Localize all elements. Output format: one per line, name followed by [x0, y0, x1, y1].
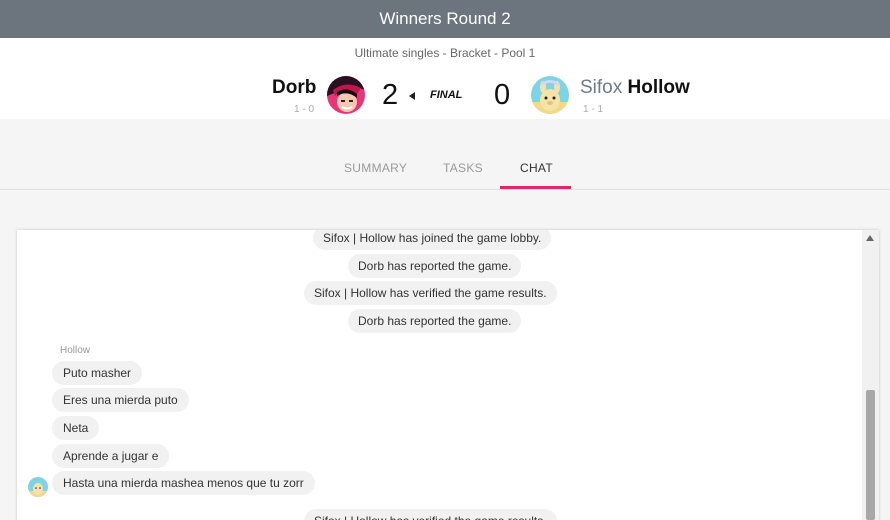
- chat-message: Aprende a jugar e: [52, 444, 170, 468]
- tab-chat[interactable]: CHAT: [520, 161, 553, 175]
- system-message: Dorb has reported the game.: [348, 254, 522, 278]
- match-title: Winners Round 2: [379, 9, 511, 28]
- active-tab-indicator: [500, 186, 571, 189]
- chat-message: Hasta una mierda mashea menos que tu zor…: [52, 471, 315, 495]
- match-subtitle: Ultimate singles - Bracket - Pool 1: [354, 46, 536, 60]
- player2-name[interactable]: Sifox Hollow: [580, 77, 690, 99]
- chat-message: Eres una mierda puto: [52, 388, 189, 412]
- chat-message: Neta: [52, 416, 100, 440]
- player2-score: 0: [494, 79, 511, 111]
- chat-message: Puto masher: [52, 361, 143, 385]
- player2-avatar[interactable]: [531, 76, 569, 114]
- match-status: FINAL: [430, 89, 463, 101]
- player1-avatar[interactable]: [327, 76, 365, 114]
- sender-avatar: [28, 477, 48, 497]
- system-message: Sifox | Hollow has verified the game res…: [304, 509, 557, 520]
- system-message: Dorb has reported the game.: [348, 309, 522, 333]
- system-message: Sifox | Hollow has verified the game res…: [304, 281, 557, 305]
- match-header: Ultimate singles - Bracket - Pool 1 Dorb…: [0, 38, 890, 119]
- match-title-bar: Winners Round 2: [0, 0, 890, 38]
- player2-tag: Hollow: [627, 77, 690, 98]
- player2-prefix: Sifox: [580, 77, 623, 98]
- tab-summary[interactable]: SUMMARY: [344, 161, 407, 175]
- message-sender: Hollow: [60, 345, 91, 356]
- player1-name[interactable]: Dorb: [272, 77, 316, 99]
- tab-tasks[interactable]: TASKS: [443, 161, 483, 175]
- player1-record: 1 - 0: [294, 104, 315, 115]
- chat-panel: Sifox | Hollow has joined the game lobby…: [17, 230, 879, 520]
- scrollbar-thumb[interactable]: [866, 390, 875, 520]
- system-message: Sifox | Hollow has joined the game lobby…: [313, 230, 552, 250]
- match-tabs: SUMMARY TASKS CHAT: [0, 150, 890, 190]
- winner-arrow-icon: [409, 92, 415, 100]
- player1-score: 2: [382, 79, 399, 111]
- scroll-up-arrow-icon[interactable]: [866, 235, 874, 241]
- player2-record: 1 - 1: [583, 104, 604, 115]
